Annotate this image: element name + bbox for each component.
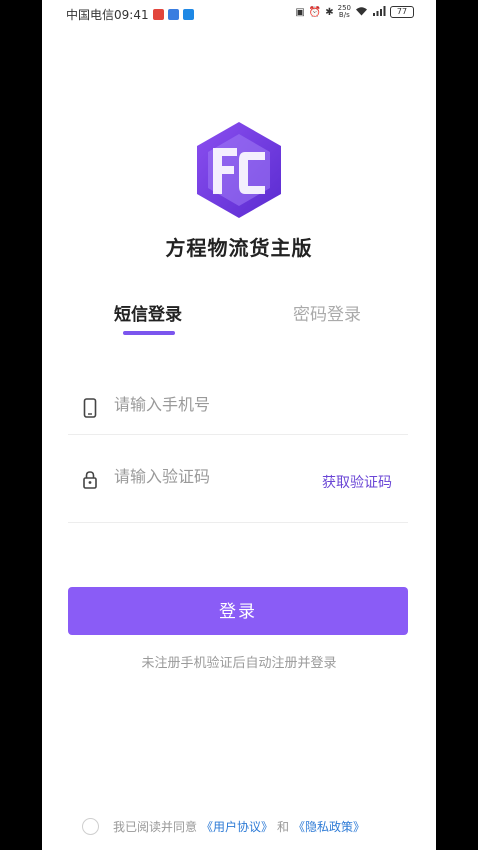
tab-active-indicator <box>123 331 175 335</box>
alarm-icon: ⏰ <box>308 6 322 18</box>
user-agreement-link[interactable]: 《用户协议》 <box>201 818 273 835</box>
net-speed-unit: B/s <box>338 11 350 19</box>
status-bar: 中国电信09:41 ▣ ⏰ ✱ 250 B/s 77 <box>42 0 436 28</box>
notification-app-icon <box>167 9 179 20</box>
notification-app-icon <box>152 9 164 20</box>
privacy-policy-link[interactable]: 《隐私政策》 <box>293 818 365 835</box>
tab-sms-login[interactable]: 短信登录 <box>114 300 182 325</box>
tab-password-login[interactable]: 密码登录 <box>293 300 361 325</box>
agreement-row: 我已阅读并同意 《用户协议》 和 《隐私政策》 <box>82 818 365 835</box>
notification-app-icon <box>182 9 194 20</box>
signal-icon <box>372 5 386 19</box>
app-title: 方程物流货主版 <box>165 236 313 260</box>
bluetooth-icon: ✱ <box>325 6 334 18</box>
agreement-checkbox[interactable] <box>82 818 99 835</box>
status-right: ▣ ⏰ ✱ 250 B/s 77 <box>295 5 414 19</box>
battery-indicator: 77 <box>390 6 414 18</box>
carrier-time: 中国电信09:41 <box>66 8 149 22</box>
agreement-and: 和 <box>277 820 290 834</box>
login-button[interactable]: 登录 <box>68 587 408 635</box>
agreement-prefix: 我已阅读并同意 <box>113 820 198 834</box>
network-speed: 250 B/s <box>338 5 351 19</box>
get-code-button[interactable]: 获取验证码 <box>322 472 392 492</box>
lock-icon <box>82 470 98 490</box>
phone-field <box>68 380 408 435</box>
status-left: 中国电信09:41 <box>66 6 194 23</box>
auto-register-hint: 未注册手机验证后自动注册并登录 <box>141 656 337 671</box>
phone-screen: 中国电信09:41 ▣ ⏰ ✱ 250 B/s 77 方程物流货主版 短信登录 … <box>42 0 436 850</box>
verification-code-field: 获取验证码 <box>68 452 408 523</box>
app-logo <box>195 120 283 220</box>
phone-input[interactable] <box>112 394 336 415</box>
wifi-icon <box>355 6 368 19</box>
verification-code-input[interactable] <box>112 466 336 487</box>
nfc-icon: ▣ <box>295 6 305 18</box>
phone-icon <box>82 398 98 418</box>
